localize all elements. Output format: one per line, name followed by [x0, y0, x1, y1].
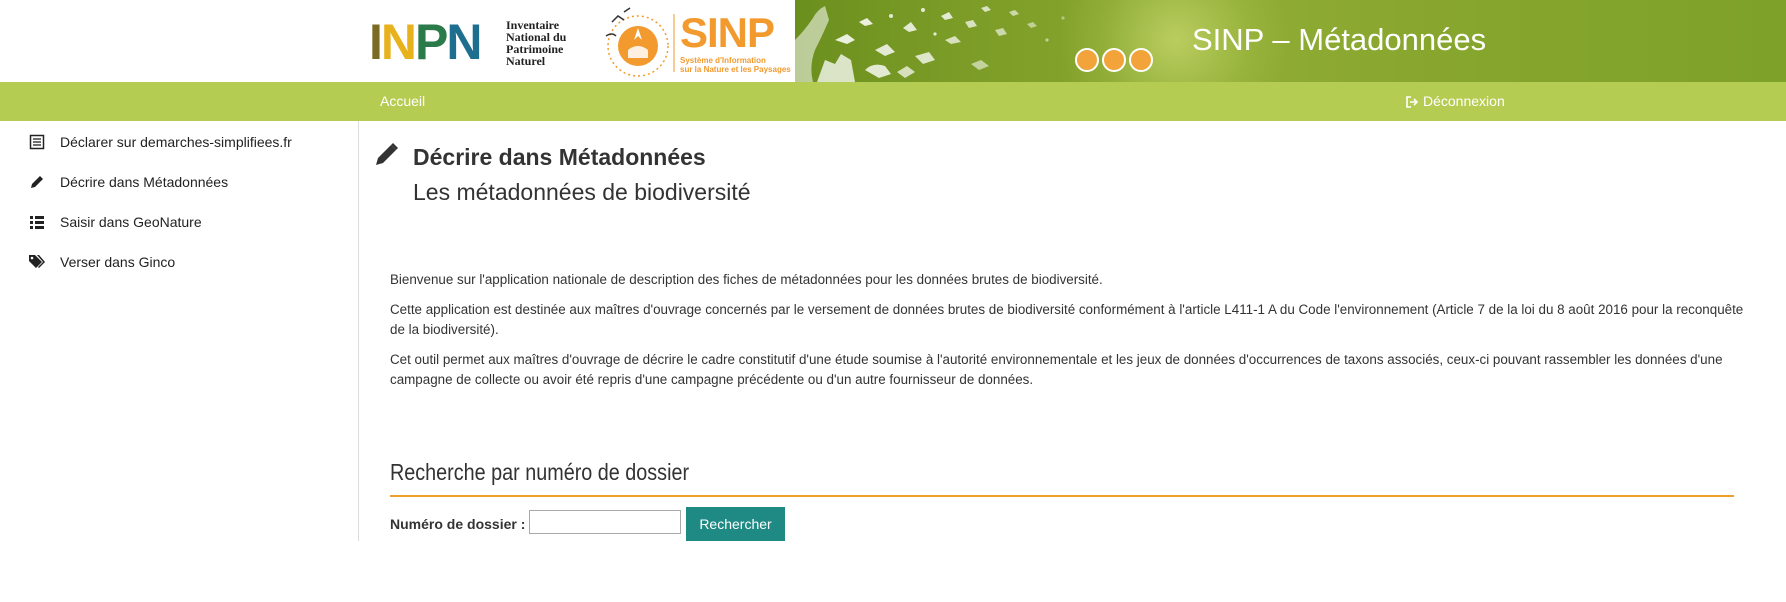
eco-icons [1075, 48, 1153, 72]
sidebar-item-saisir[interactable]: Saisir dans GeoNature [28, 211, 202, 233]
intro-paragraph: Cet outil permet aux maîtres d'ouvrage d… [390, 352, 1723, 387]
inpn-logo-letters: INPN [369, 14, 482, 70]
main-navbar: Accueil Déconnexion [0, 82, 1786, 121]
site-header: INPN Inventaire National du Patrimoine N… [0, 0, 1786, 82]
page-subtitle: Les métadonnées de biodiversité [413, 179, 751, 205]
app-title: SINP – Métadonnées [1192, 22, 1487, 57]
search-button[interactable]: Rechercher [686, 507, 785, 541]
sinp-logo[interactable]: SINP Système d'Information sur la Nature… [598, 6, 793, 80]
intro-paragraph: Cette application est destinée aux maîtr… [390, 302, 1744, 337]
sidebar-item-label: Saisir dans GeoNature [60, 214, 202, 230]
fauna-icon [1075, 48, 1099, 72]
nav-home-link[interactable]: Accueil [380, 82, 425, 121]
bullet-list-icon [28, 213, 46, 231]
inpn-logo-text: Inventaire National du Patrimoine Nature… [506, 18, 567, 68]
intro-paragraph: Bienvenue sur l'application nationale de… [390, 272, 1103, 287]
sidebar-item-verser[interactable]: Verser dans Ginco [28, 251, 175, 273]
sidebar-item-label: Décrire dans Métadonnées [60, 174, 229, 190]
page-title: Décrire dans Métadonnées [413, 144, 706, 170]
sidebar-item-decrire[interactable]: Décrire dans Métadonnées [28, 171, 228, 193]
dossier-number-label: Numéro de dossier : [390, 516, 526, 532]
inpn-letter-n2: N [446, 14, 482, 70]
sidebar-item-label: Verser dans Ginco [60, 254, 176, 270]
inpn-letter-p: P [415, 14, 448, 70]
search-section-title: Recherche par numéro de dossier [390, 459, 690, 485]
sidebar: Déclarer sur demarches-simplifiees.fr Dé… [0, 121, 359, 541]
intro-text: Bienvenue sur l'application nationale de… [390, 270, 1750, 400]
tags-icon [28, 253, 46, 271]
inpn-logo[interactable]: INPN Inventaire National du Patrimoine N… [369, 17, 575, 67]
logout-icon [1406, 95, 1419, 108]
landscape-icon [1129, 48, 1153, 72]
nav-logout-link[interactable]: Déconnexion [1406, 82, 1505, 121]
nav-logout-label: Déconnexion [1423, 93, 1505, 109]
pencil-icon [28, 173, 46, 191]
list-icon [28, 133, 46, 151]
flora-icon [1102, 48, 1126, 72]
pencil-icon [374, 141, 400, 172]
inpn-letter-n1: N [380, 14, 417, 70]
dossier-number-input[interactable] [529, 510, 681, 534]
sinp-subtitle: Système d'Information sur la Nature et l… [680, 56, 791, 74]
sidebar-item-declarer[interactable]: Déclarer sur demarches-simplifiees.fr [28, 131, 292, 153]
sinp-seal-icon [605, 7, 675, 77]
main-content: Décrire dans Métadonnées Les métadonnées… [360, 121, 1786, 602]
inpn-letter-i: I [369, 14, 383, 70]
section-divider [390, 495, 1734, 497]
sinp-wordmark: SINP [680, 9, 775, 56]
sidebar-item-label: Déclarer sur demarches-simplifiees.fr [60, 134, 292, 150]
